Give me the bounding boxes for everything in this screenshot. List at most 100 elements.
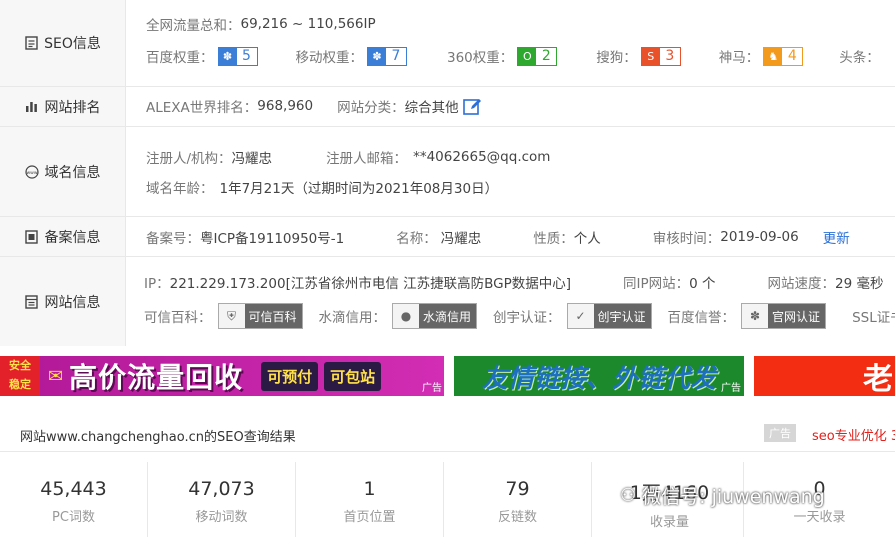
speed-key: 网站速度： bbox=[767, 276, 836, 292]
chuangyu-badge[interactable]: ✓ 创宇认证 bbox=[566, 303, 652, 329]
ip-value: 221.229.173.200[江苏省徐州市电信 江苏捷联高防BGP数据中心] bbox=[169, 276, 572, 292]
icp-number-value: 粤ICP备19110950号-1 bbox=[200, 231, 345, 247]
ad-safe-badge: 安全 稳定 bbox=[0, 356, 40, 396]
stat-backlinks-label: 反链数 bbox=[497, 510, 537, 525]
registrant-value: 冯耀忠 bbox=[231, 151, 273, 167]
ad-friend-links-text: 友情链接、外链代发 bbox=[481, 363, 716, 394]
stat-backlinks[interactable]: 79 反链数 bbox=[444, 462, 592, 537]
registrant-key: 注册人/机构： bbox=[146, 151, 232, 167]
category-key: 网站分类： bbox=[337, 100, 405, 116]
kexin-badge[interactable]: ⛨ 可信百科 bbox=[217, 303, 303, 329]
icp-label: 备案信息 bbox=[44, 229, 101, 246]
ad-money-icon: ✉ bbox=[48, 365, 64, 387]
shuidi-badge[interactable]: ● 水滴信用 bbox=[392, 303, 478, 329]
shield-check-icon: ✓ bbox=[567, 304, 594, 328]
site-header: 网站信息 bbox=[0, 257, 126, 346]
icp-row: 备案信息 备案号： 粤ICP备19110950号-1 名称： 冯耀忠 性质： 个… bbox=[0, 217, 895, 257]
stat-mobile-words[interactable]: 47,073 移动词数 bbox=[148, 462, 296, 537]
sogou-weight-key: 搜狗： bbox=[596, 50, 637, 66]
360-weight-value: 2 bbox=[541, 48, 551, 64]
ad-package-button[interactable]: 可包站 bbox=[324, 361, 382, 391]
seo-info-row: SEO信息 全网流量总和： 69,216 ~ 110,566IP 百度权重： ✽… bbox=[0, 0, 895, 87]
same-ip-key: 同IP网站： bbox=[623, 276, 690, 292]
shuidi-badge-label: 水滴信用 bbox=[423, 309, 472, 324]
ad-traffic-recycle[interactable]: 安全 稳定 ✉ 高价流量回收 可预付 可包站 广告 bbox=[0, 356, 444, 396]
same-ip-value: 0 个 bbox=[689, 276, 716, 292]
stat-pc-words-label: PC词数 bbox=[52, 510, 95, 525]
domain-header: www 域名信息 bbox=[0, 127, 126, 216]
baidu-credit-badge[interactable]: ✽ 官网认证 bbox=[741, 303, 827, 329]
paw-icon: ✽ bbox=[218, 47, 237, 65]
toutiao-key: 头条： bbox=[839, 50, 880, 66]
icp-nature-key: 性质： bbox=[533, 231, 574, 247]
shenma-icon: ♞ bbox=[764, 47, 783, 65]
icp-name-key: 名称： bbox=[396, 231, 437, 247]
kexin-badge-label: 可信百科 bbox=[248, 309, 297, 324]
www-icon: www bbox=[24, 164, 39, 179]
stat-backlinks-value: 79 bbox=[505, 478, 530, 500]
stat-pc-words-value: 45,443 bbox=[40, 478, 107, 500]
mobile-weight-value: 7 bbox=[391, 48, 401, 64]
mobile-weight-key: 移动权重： bbox=[295, 50, 364, 66]
water-drop-icon: ● bbox=[393, 304, 420, 328]
seo-stats: 45,443 PC词数 47,073 移动词数 1 首页位置 79 反链数 1万… bbox=[0, 462, 895, 537]
bar-chart-icon bbox=[25, 100, 39, 114]
shenma-weight-badge[interactable]: ♞ 4 bbox=[763, 46, 804, 66]
ad-friend-links[interactable]: 友情链接、外链代发 广告 bbox=[454, 356, 744, 396]
window-icon bbox=[25, 294, 39, 309]
traffic-value: 69,216 ~ 110,566IP bbox=[240, 16, 376, 32]
domain-age-key: 域名年龄： bbox=[146, 181, 214, 197]
baidu-weight-badge[interactable]: ✽ 5 bbox=[217, 46, 258, 66]
icp-nature-value: 个人 bbox=[573, 231, 601, 247]
ad-banner-strip: 安全 稳定 ✉ 高价流量回收 可预付 可包站 广告 友情链接、外链代发 广告 老 bbox=[0, 356, 895, 396]
chuangyu-badge-label: 创宇认证 bbox=[597, 309, 646, 324]
alexa-key: ALEXA世界排名： bbox=[146, 100, 258, 116]
seal-icon: ⛨ bbox=[218, 304, 245, 328]
rank-header: 网站排名 bbox=[0, 87, 126, 126]
ad-prepay-button[interactable]: 可预付 bbox=[261, 361, 319, 391]
icp-number-key: 备案号： bbox=[146, 231, 200, 247]
wechat-icon: ⚇ bbox=[620, 485, 637, 506]
icp-update-link[interactable]: 更新 bbox=[823, 227, 850, 247]
site-row: 网站信息 IP： 221.229.173.200[江苏省徐州市电信 江苏捷联高防… bbox=[0, 257, 895, 346]
mobile-weight-badge[interactable]: ✽ 7 bbox=[367, 46, 407, 66]
ad-right-banner[interactable]: 老 bbox=[754, 356, 895, 396]
360-icon: O bbox=[518, 47, 537, 65]
wechat-watermark-text: 微信号: jiuwenwang bbox=[642, 486, 825, 508]
ad-traffic-text: 高价流量回收 bbox=[69, 361, 244, 394]
shenma-weight-value: 4 bbox=[787, 48, 797, 64]
360-weight-badge[interactable]: O 2 bbox=[517, 46, 558, 66]
record-icon bbox=[25, 229, 39, 244]
paw-icon: ✽ bbox=[368, 47, 386, 65]
360-weight-key: 360权重： bbox=[447, 50, 514, 66]
ssl-key: SSL证书： bbox=[852, 310, 895, 326]
wechat-watermark: ⚇ 微信号: jiuwenwang bbox=[620, 482, 825, 509]
seo-info-header: SEO信息 bbox=[0, 0, 126, 86]
stat-indexed-label: 收录量 bbox=[649, 515, 689, 530]
stat-pc-words[interactable]: 45,443 PC词数 bbox=[0, 462, 148, 537]
stat-mobile-words-value: 47,073 bbox=[188, 478, 255, 500]
domain-age-value: 1年7月21天（过期时间为2021年08月30日） bbox=[219, 181, 499, 197]
email-value: **4062665@qq.com bbox=[413, 149, 551, 165]
edit-icon[interactable] bbox=[462, 97, 482, 116]
result-title: 网站www.changchenghao.cn的SEO查询结果 bbox=[20, 430, 296, 445]
icp-header: 备案信息 bbox=[0, 217, 126, 256]
svg-text:www: www bbox=[26, 171, 37, 176]
category-value: 综合其他 bbox=[404, 100, 459, 116]
seo-info-label: SEO信息 bbox=[44, 36, 101, 52]
seo-optimization-ad-link[interactable]: seo专业优化 3 bbox=[812, 425, 895, 444]
sogou-weight-badge[interactable]: S 3 bbox=[640, 46, 681, 66]
rank-label: 网站排名 bbox=[44, 99, 101, 116]
alexa-value: 968,960 bbox=[257, 98, 314, 114]
stat-mobile-words-label: 移动词数 bbox=[195, 510, 248, 525]
baidu-weight-key: 百度权重： bbox=[146, 50, 214, 66]
site-label: 网站信息 bbox=[44, 294, 101, 311]
domain-row: www 域名信息 注册人/机构： 冯耀忠 注册人邮箱： **4062665@qq… bbox=[0, 127, 895, 217]
stat-homepage-position[interactable]: 1 首页位置 bbox=[296, 462, 444, 537]
stat-homepage-position-label: 首页位置 bbox=[343, 510, 396, 525]
ad-safe-badge-top: 安全 bbox=[9, 359, 31, 372]
baidu-weight-value: 5 bbox=[242, 48, 251, 64]
traffic-key: 全网流量总和： bbox=[146, 18, 241, 34]
ad-right-text: 老 bbox=[863, 362, 893, 396]
domain-label: 域名信息 bbox=[44, 164, 101, 181]
